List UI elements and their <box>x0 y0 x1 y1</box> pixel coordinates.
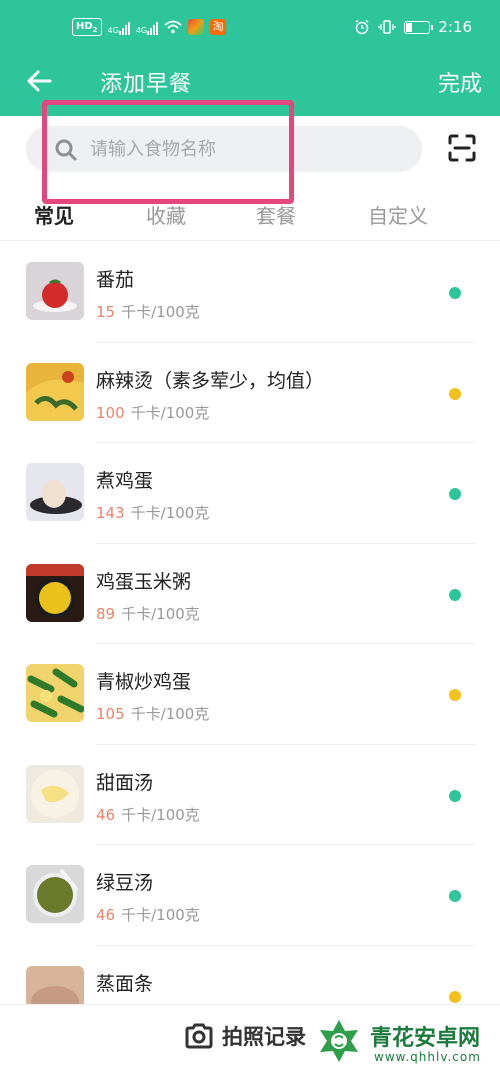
camera-icon <box>185 1023 213 1049</box>
app-notification-icon <box>188 19 205 35</box>
food-item[interactable]: 甜面汤 46 千卡/100克 <box>0 745 500 846</box>
tab-favorites[interactable]: 收藏 <box>146 200 186 229</box>
boiled-egg-image <box>26 463 84 521</box>
health-dot <box>449 287 461 299</box>
health-dot <box>449 488 461 500</box>
malatang-image <box>26 362 84 421</box>
corn-porridge-image <box>26 563 84 622</box>
watermark: 青花安卓网 www.qhhlv.com <box>312 1014 500 1070</box>
food-item[interactable]: 煮鸡蛋 143 千卡/100克 <box>0 443 500 544</box>
scan-icon[interactable] <box>446 132 478 164</box>
health-dot <box>449 990 461 1003</box>
page-title: 添加早餐 <box>100 72 193 97</box>
watermark-logo-icon <box>320 1020 358 1062</box>
food-name: 番茄 <box>96 269 135 291</box>
wifi-icon <box>164 20 182 34</box>
food-calories: 15 千卡/100克 <box>96 303 200 321</box>
alarm-icon <box>355 19 369 35</box>
health-dot <box>449 588 461 601</box>
mung-bean-soup-image <box>26 865 84 923</box>
health-dot <box>449 689 461 701</box>
food-calories: 89 千卡/100克 <box>96 604 200 623</box>
done-button[interactable]: 完成 <box>438 66 482 98</box>
tab-common[interactable]: 常见 <box>34 200 74 229</box>
food-calories: 100 千卡/100克 <box>96 403 210 422</box>
tab-custom[interactable]: 自定义 <box>368 200 428 229</box>
divider <box>0 240 500 241</box>
food-item[interactable]: 鸡蛋玉米粥 89 千卡/100克 <box>0 544 500 645</box>
food-name: 煮鸡蛋 <box>96 470 154 492</box>
food-name: 绿豆汤 <box>96 872 154 894</box>
health-dot <box>449 789 461 802</box>
photo-record-button[interactable]: 拍照记录 <box>184 1021 306 1051</box>
vibrate-icon <box>378 20 396 34</box>
food-item[interactable]: 绿豆汤 46 千卡/100克 <box>0 845 500 946</box>
pepper-egg-image <box>26 664 84 722</box>
food-calories: 143 千卡/100克 <box>96 504 210 522</box>
health-dot <box>449 890 461 902</box>
signal-2-icon: 4G <box>136 19 159 35</box>
back-arrow-icon[interactable] <box>24 64 56 98</box>
watermark-title: 青花安卓网 <box>370 1026 481 1051</box>
search-icon <box>55 139 77 161</box>
tab-meal-sets[interactable]: 套餐 <box>256 200 296 229</box>
status-bar: HD2 4G 4G 淘 2:16 <box>0 0 500 58</box>
food-name: 鸡蛋玉米粥 <box>96 570 192 593</box>
photo-record-label: 拍照记录 <box>222 1025 306 1049</box>
clock-time: 2:16 <box>438 18 472 36</box>
watermark-url: www.qhhlv.com <box>374 1050 481 1064</box>
battery-icon <box>404 20 434 34</box>
food-item[interactable]: 番茄 15 千卡/100克 <box>0 242 500 343</box>
header: HD2 4G 4G 淘 2:16 添加早餐 完成 <box>0 0 500 116</box>
food-calories: 105 千卡/100克 <box>96 705 210 723</box>
category-tabs: 常见 收藏 套餐 自定义 <box>0 196 500 240</box>
sweet-soup-image <box>26 764 84 823</box>
health-dot <box>449 387 461 400</box>
food-name: 蒸面条 <box>96 972 154 995</box>
food-item[interactable]: 青椒炒鸡蛋 105 千卡/100克 <box>0 644 500 745</box>
food-name: 青椒炒鸡蛋 <box>96 671 192 693</box>
search-box[interactable] <box>26 126 422 172</box>
signal-1-icon: 4G <box>108 19 130 35</box>
food-calories: 46 千卡/100克 <box>96 805 200 824</box>
food-name: 甜面汤 <box>96 771 154 794</box>
food-name: 麻辣烫（素多荤少，均值） <box>96 369 325 392</box>
tomato-image <box>26 262 84 320</box>
hd-icon: HD2 <box>72 18 102 36</box>
taobao-icon: 淘 <box>210 19 227 35</box>
food-list: 番茄 15 千卡/100克 麻辣烫（素多荤少，均值） 100 千卡/100克 煮鸡蛋… <box>0 242 500 1046</box>
search-input[interactable] <box>90 126 410 172</box>
food-item[interactable]: 麻辣烫（素多荤少，均值） 100 千卡/100克 <box>0 343 500 444</box>
food-calories: 46 千卡/100克 <box>96 906 200 924</box>
